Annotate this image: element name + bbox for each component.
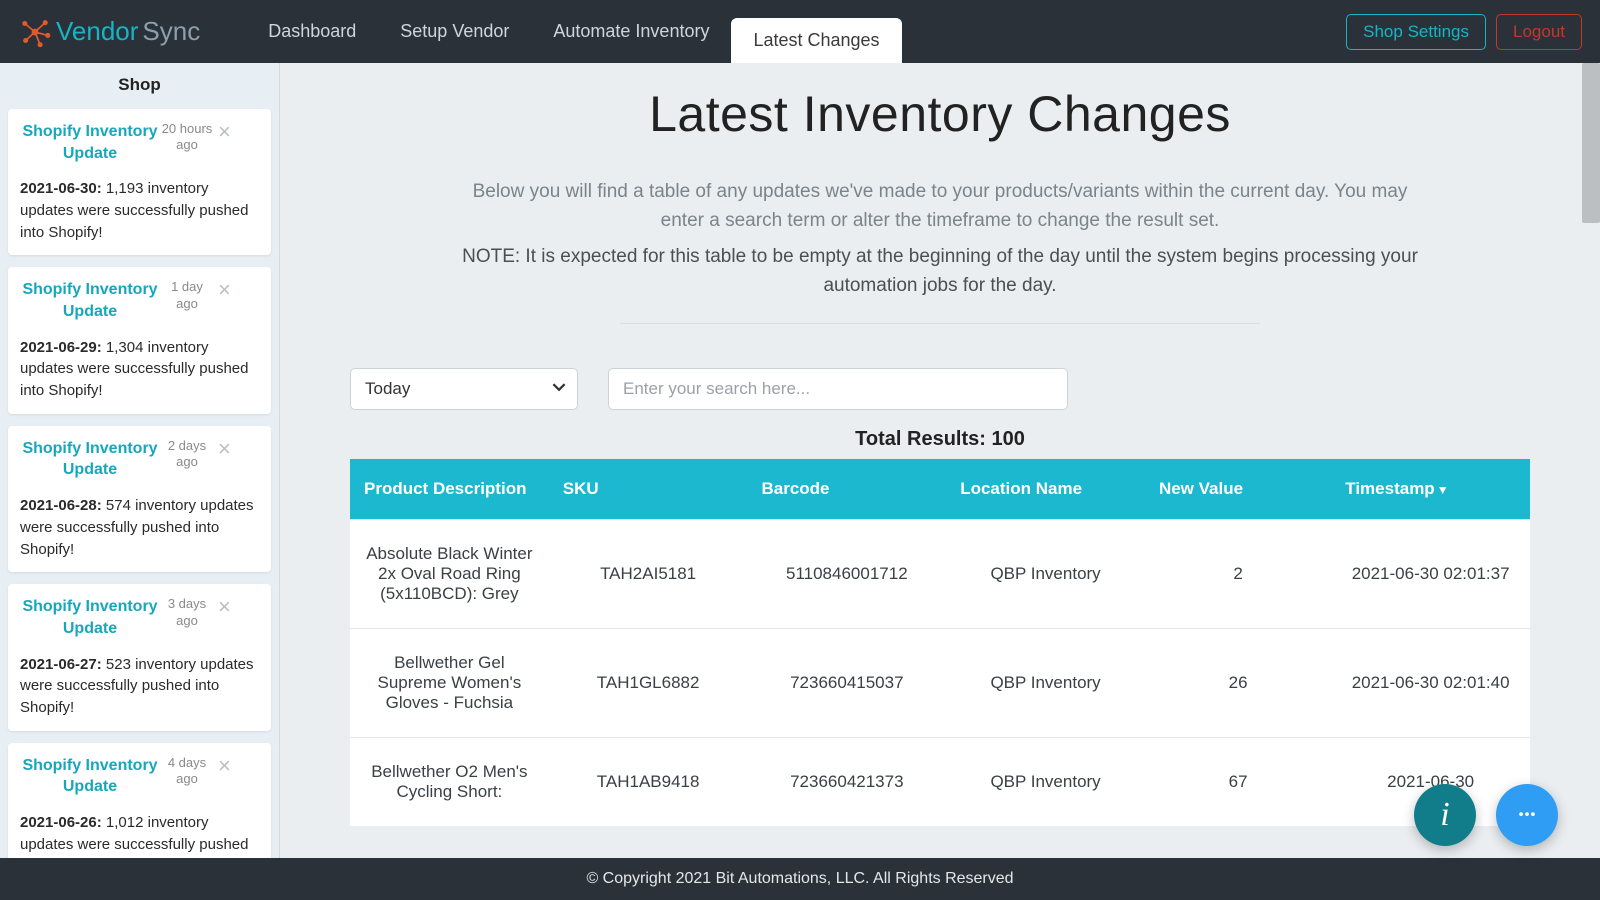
- cell-product-description: Bellwether Gel Supreme Women's Gloves - …: [350, 628, 549, 737]
- notification-title[interactable]: Shopify Inventory Update: [20, 279, 160, 322]
- notification-card: Shopify Inventory Update3 days ago× 2021-…: [8, 584, 271, 730]
- cell-product-description: Bellwether O2 Men's Cycling Short:: [350, 737, 549, 826]
- top-nav: VendorSync Dashboard Setup Vendor Automa…: [0, 0, 1600, 63]
- scrollbar-thumb[interactable]: [1582, 63, 1600, 223]
- sidebar-title: Shop: [0, 63, 279, 109]
- close-icon[interactable]: ×: [214, 755, 235, 777]
- nav-setup-vendor[interactable]: Setup Vendor: [378, 0, 531, 63]
- note-text: NOTE: It is expected for this table to b…: [450, 242, 1430, 301]
- cell-sku: TAH2AI5181: [549, 519, 748, 628]
- notification-body: 2021-06-26: 1,012 inventory updates were…: [20, 812, 259, 858]
- cell-location: QBP Inventory: [946, 519, 1145, 628]
- cell-barcode: 5110846001712: [747, 519, 946, 628]
- brand-network-icon: [18, 15, 52, 49]
- notification-body: 2021-06-27: 523 inventory updates were s…: [20, 654, 259, 719]
- page-title: Latest Inventory Changes: [350, 85, 1530, 143]
- cell-sku: TAH1AB9418: [549, 737, 748, 826]
- cell-location: QBP Inventory: [946, 628, 1145, 737]
- cell-barcode: 723660421373: [747, 737, 946, 826]
- table-row: Bellwether O2 Men's Cycling Short:TAH1AB…: [350, 737, 1530, 826]
- nav-links: Dashboard Setup Vendor Automate Inventor…: [246, 0, 901, 63]
- close-icon[interactable]: ×: [214, 438, 235, 460]
- close-icon[interactable]: ×: [214, 279, 235, 301]
- notification-time: 4 days ago: [160, 755, 214, 788]
- footer: © Copyright 2021 Bit Automations, LLC. A…: [0, 858, 1600, 900]
- nav-latest-changes[interactable]: Latest Changes: [731, 18, 901, 63]
- col-timestamp[interactable]: Timestamp: [1331, 459, 1530, 520]
- cell-new-value: 2: [1145, 519, 1331, 628]
- intro-text: Below you will find a table of any updat…: [450, 177, 1430, 236]
- close-icon[interactable]: ×: [214, 121, 235, 143]
- notifications-sidebar: Shop Shopify Inventory Update20 hours ag…: [0, 63, 280, 858]
- col-sku[interactable]: SKU: [549, 459, 748, 520]
- notification-time: 3 days ago: [160, 596, 214, 629]
- shop-settings-button[interactable]: Shop Settings: [1346, 14, 1486, 50]
- nav-dashboard[interactable]: Dashboard: [246, 0, 378, 63]
- brand-logo[interactable]: VendorSync: [18, 15, 200, 49]
- notification-title[interactable]: Shopify Inventory Update: [20, 755, 160, 798]
- notification-time: 2 days ago: [160, 438, 214, 471]
- cell-timestamp: 2021-06-30 02:01:40: [1331, 628, 1530, 737]
- info-fab[interactable]: i: [1414, 784, 1476, 846]
- notification-time: 20 hours ago: [160, 121, 214, 154]
- chat-fab[interactable]: [1496, 784, 1558, 846]
- logout-button[interactable]: Logout: [1496, 14, 1582, 50]
- timeframe-select[interactable]: Today: [350, 368, 578, 410]
- cell-timestamp: 2021-06-30 02:01:37: [1331, 519, 1530, 628]
- table-row: Absolute Black Winter 2x Oval Road Ring …: [350, 519, 1530, 628]
- notification-body: 2021-06-29: 1,304 inventory updates were…: [20, 337, 259, 402]
- main-content: Latest Inventory Changes Below you will …: [280, 63, 1600, 858]
- cell-new-value: 26: [1145, 628, 1331, 737]
- total-results: Total Results: 100: [350, 428, 1530, 451]
- section-divider: [620, 323, 1260, 324]
- notification-title[interactable]: Shopify Inventory Update: [20, 438, 160, 481]
- cell-barcode: 723660415037: [747, 628, 946, 737]
- inventory-changes-table: Product Description SKU Barcode Location…: [350, 459, 1530, 826]
- nav-automate-inventory[interactable]: Automate Inventory: [531, 0, 731, 63]
- notification-body: 2021-06-28: 574 inventory updates were s…: [20, 495, 259, 560]
- notification-card: Shopify Inventory Update20 hours ago× 202…: [8, 109, 271, 255]
- close-icon[interactable]: ×: [214, 596, 235, 618]
- brand-text-2: Sync: [142, 16, 200, 47]
- notification-time: 1 day ago: [160, 279, 214, 312]
- notification-card: Shopify Inventory Update1 day ago× 2021-0…: [8, 267, 271, 413]
- col-product-description[interactable]: Product Description: [350, 459, 549, 520]
- search-input[interactable]: [608, 368, 1068, 410]
- notification-title[interactable]: Shopify Inventory Update: [20, 121, 160, 164]
- cell-location: QBP Inventory: [946, 737, 1145, 826]
- notification-title[interactable]: Shopify Inventory Update: [20, 596, 160, 639]
- cell-product-description: Absolute Black Winter 2x Oval Road Ring …: [350, 519, 549, 628]
- cell-sku: TAH1GL6882: [549, 628, 748, 737]
- col-new-value[interactable]: New Value: [1145, 459, 1331, 520]
- col-location-name[interactable]: Location Name: [946, 459, 1145, 520]
- filter-bar: Today: [350, 368, 1530, 410]
- chat-bubble-icon: [1510, 798, 1544, 832]
- notification-body: 2021-06-30: 1,193 inventory updates were…: [20, 178, 259, 243]
- notification-card: Shopify Inventory Update2 days ago× 2021-…: [8, 426, 271, 572]
- table-row: Bellwether Gel Supreme Women's Gloves - …: [350, 628, 1530, 737]
- col-barcode[interactable]: Barcode: [747, 459, 946, 520]
- brand-text-1: Vendor: [56, 16, 138, 47]
- notification-card: Shopify Inventory Update4 days ago× 2021-…: [8, 743, 271, 858]
- cell-new-value: 67: [1145, 737, 1331, 826]
